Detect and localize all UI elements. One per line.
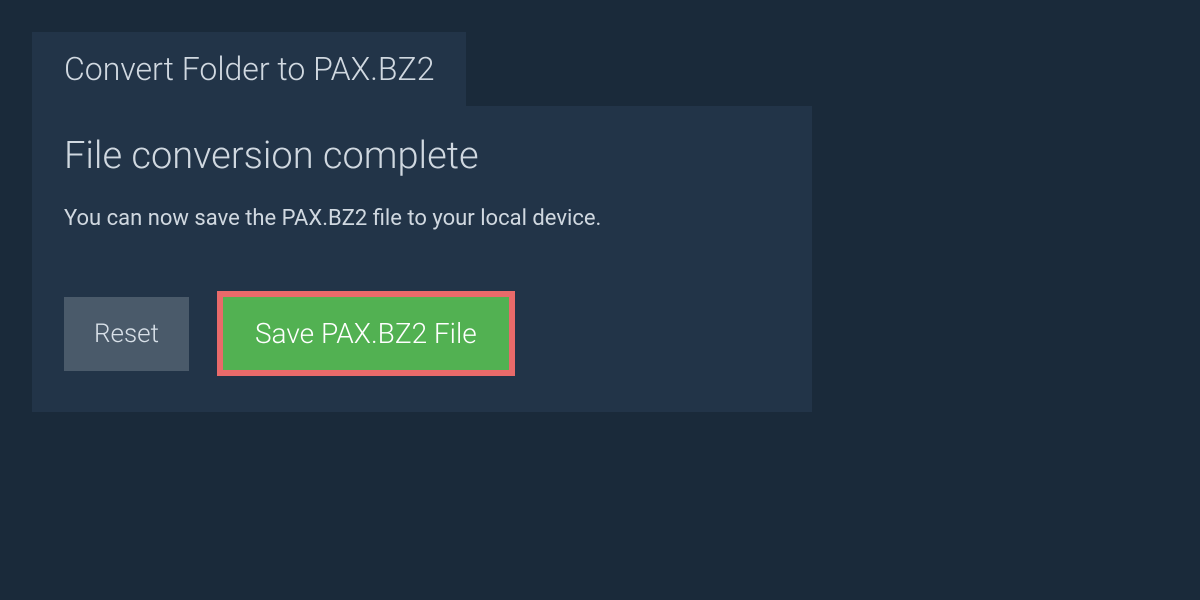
panel-heading: File conversion complete xyxy=(64,134,780,178)
reset-button[interactable]: Reset xyxy=(64,297,189,371)
panel-description: You can now save the PAX.BZ2 file to you… xyxy=(64,206,780,231)
save-button[interactable]: Save PAX.BZ2 File xyxy=(217,291,515,376)
button-row: Reset Save PAX.BZ2 File xyxy=(64,291,780,376)
tab-label: Convert Folder to PAX.BZ2 xyxy=(64,50,434,88)
reset-button-label: Reset xyxy=(94,319,159,349)
tab-convert[interactable]: Convert Folder to PAX.BZ2 xyxy=(32,32,466,106)
save-button-label: Save PAX.BZ2 File xyxy=(255,317,477,350)
conversion-panel: File conversion complete You can now sav… xyxy=(32,106,812,412)
main-container: Convert Folder to PAX.BZ2 File conversio… xyxy=(0,0,1200,444)
